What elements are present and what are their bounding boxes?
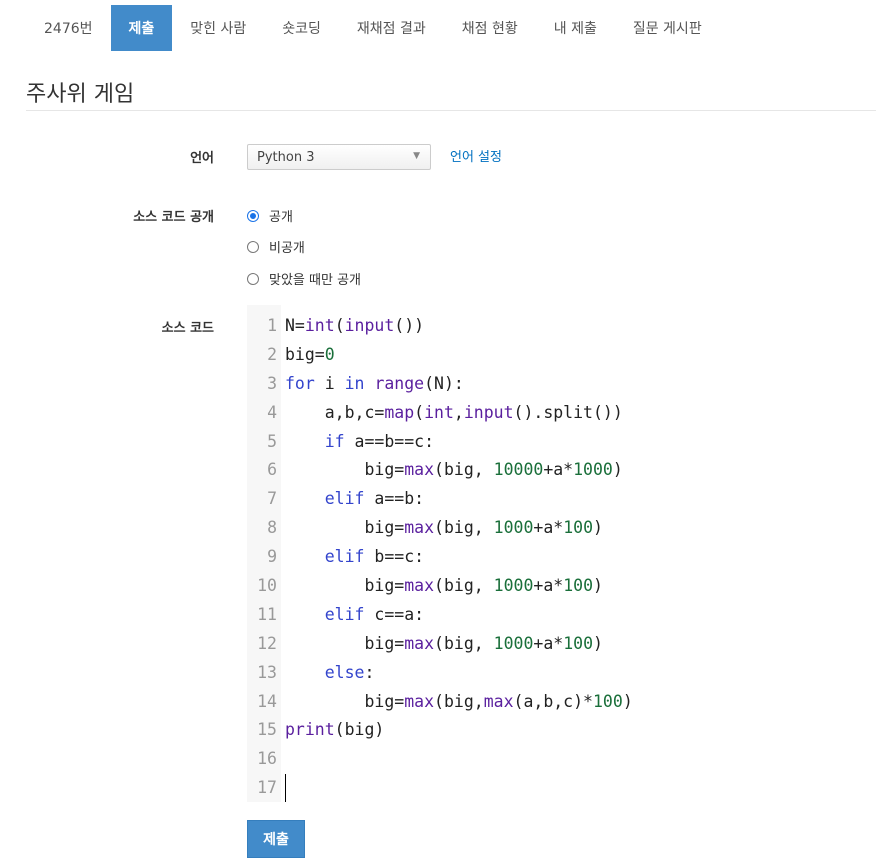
code-line: 10 big=max(big, 1000+a*100) (247, 571, 661, 600)
code-line: 2 big=0 (247, 340, 661, 369)
code-line: 17 (247, 773, 661, 802)
line-number: 9 (267, 547, 277, 567)
problem-tabs: 2476번 제출 맞힌 사람 숏코딩 재채점 결과 채점 현황 내 제출 질문 … (26, 5, 720, 51)
code-text: big=0 (285, 344, 335, 364)
line-number: 5 (267, 431, 277, 451)
code-text: big=max(big, 1000+a*100) (285, 633, 603, 653)
code-text: print(big) (285, 720, 385, 740)
code-line: 11 elif c==a: (247, 600, 661, 629)
radio-accepted-only[interactable] (247, 272, 259, 285)
code-text: else: (324, 662, 375, 682)
line-number: 1 (267, 315, 277, 335)
code-text: big=max(big,max(a,b,c)*100) (285, 691, 633, 711)
line-number: 4 (267, 402, 277, 422)
line-number: 3 (267, 373, 277, 393)
radio-public[interactable] (247, 209, 259, 222)
code-line: 16 (247, 744, 661, 773)
submit-button[interactable]: 제출 (247, 820, 305, 858)
code-line: 15 print(big) (247, 715, 661, 744)
chevron-down-icon: ▼ (413, 151, 420, 161)
tab-short-coding[interactable]: 숏코딩 (264, 5, 339, 51)
visibility-option-public[interactable]: 공개 (247, 206, 293, 225)
code-editor[interactable]: 1 N=int(input()) 2 big=0 3 for i in range(N):… (247, 305, 661, 802)
code-text: big=max(big, 1000+a*100) (285, 518, 603, 538)
line-number: 2 (267, 344, 277, 364)
line-number: 6 (267, 460, 277, 480)
code-line: 7 elif a==b: (247, 484, 661, 513)
code-line: 14 big=max(big,max(a,b,c)*100) (247, 687, 661, 716)
visibility-option-accepted-only[interactable]: 맞았을 때만 공개 (247, 269, 361, 288)
text-cursor (285, 773, 286, 802)
code-text: elif b==c: (324, 547, 425, 567)
code-text: elif c==a: (324, 604, 425, 624)
language-select-value: Python 3 (257, 149, 315, 165)
code-line: 9 elif b==c: (247, 542, 661, 571)
line-number: 15 (257, 720, 277, 740)
tab-accepted-users[interactable]: 맞힌 사람 (172, 5, 264, 51)
code-text: elif a==b: (324, 489, 425, 509)
code-text: if a==b==c: (324, 431, 435, 451)
radio-private-label: 비공개 (269, 241, 305, 256)
tab-rejudge-results[interactable]: 재채점 결과 (339, 5, 444, 51)
tab-submit[interactable]: 제출 (110, 5, 173, 51)
language-select[interactable]: Python 3 ▼ (247, 144, 431, 170)
code-line: 8 big=max(big, 1000+a*100) (247, 513, 661, 542)
code-text: a,b,c=map(int,input().split()) (285, 402, 623, 422)
code-text: big=max(big, 1000+a*100) (285, 575, 603, 595)
code-line: 13 else: (247, 658, 661, 687)
line-number: 7 (267, 489, 277, 509)
source-code-label: 소스 코드 (161, 321, 214, 336)
tab-my-submissions[interactable]: 내 제출 (536, 5, 615, 51)
code-text: N=int(input()) (285, 315, 425, 335)
code-line: 5 if a==b==c: (247, 427, 661, 456)
line-number: 17 (257, 778, 277, 798)
page-title: 주사위 게임 (26, 82, 135, 107)
line-number: 11 (257, 604, 277, 624)
title-divider (26, 110, 876, 111)
tab-problem[interactable]: 2476번 (26, 5, 111, 51)
radio-public-label: 공개 (269, 210, 293, 225)
code-line: 12 big=max(big, 1000+a*100) (247, 629, 661, 658)
radio-accepted-only-label: 맞았을 때만 공개 (269, 273, 361, 288)
radio-private[interactable] (247, 240, 259, 253)
line-number: 10 (257, 575, 277, 595)
line-number: 12 (257, 633, 277, 653)
visibility-label: 소스 코드 공개 (133, 210, 214, 225)
code-lines[interactable]: 1 N=int(input()) 2 big=0 3 for i in range(N):… (247, 311, 661, 802)
code-line: 4 a,b,c=map(int,input().split()) (247, 398, 661, 427)
line-number: 14 (257, 691, 277, 711)
language-label: 언어 (190, 151, 214, 166)
visibility-option-private[interactable]: 비공개 (247, 237, 305, 256)
code-line: 1 N=int(input()) (247, 311, 661, 340)
code-line: 3 for i in range(N): (247, 369, 661, 398)
line-number: 16 (257, 749, 277, 769)
code-text: for i in range(N): (285, 373, 464, 393)
line-number: 13 (257, 662, 277, 682)
line-number: 8 (267, 518, 277, 538)
language-settings-link[interactable]: 언어 설정 (450, 146, 502, 165)
code-text: big=max(big, 10000+a*1000) (285, 460, 623, 480)
tab-qna-board[interactable]: 질문 게시판 (615, 5, 720, 51)
code-line: 6 big=max(big, 10000+a*1000) (247, 455, 661, 484)
tab-judge-status[interactable]: 채점 현황 (444, 5, 536, 51)
